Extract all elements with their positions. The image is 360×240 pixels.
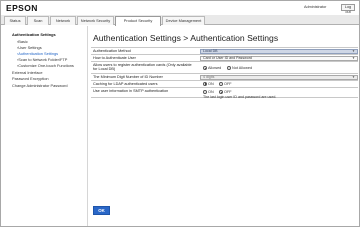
radio-label: ON bbox=[208, 81, 214, 86]
sidebar-item-label: Authentication Settings bbox=[18, 51, 59, 56]
row-smtp-authentication: Use user information in SMTP authenticat… bbox=[91, 87, 358, 99]
tab-status[interactable]: Status bbox=[4, 16, 26, 25]
sidebar-item-authentication-settings[interactable]: ›Authentication Settings bbox=[17, 51, 58, 56]
radio-smtp-off[interactable]: OFF bbox=[219, 89, 232, 94]
sidebar-item-label: Scan to Network Folder/FTP bbox=[18, 57, 68, 62]
radio-ldap-off[interactable]: OFF bbox=[219, 81, 232, 86]
sidebar-item-customize-one-touch[interactable]: ›Customize One-touch Functions bbox=[17, 63, 74, 68]
radio-unchecked-icon bbox=[227, 65, 231, 70]
row-how-to-authenticate: How to Authenticate User Card or User ID… bbox=[91, 54, 358, 61]
sidebar-item-label: User Settings bbox=[18, 45, 42, 50]
sidebar-item-label: Basic bbox=[18, 39, 28, 44]
admin-label: Administrator bbox=[304, 5, 327, 9]
row-label: Authentication Method bbox=[93, 49, 131, 53]
ok-button[interactable]: OK bbox=[93, 206, 110, 215]
epson-logo: EPSON bbox=[6, 3, 38, 13]
page-title: Authentication Settings > Authentication… bbox=[93, 33, 279, 43]
sidebar-item-external-interface[interactable]: External Interface bbox=[12, 70, 43, 75]
row-label: The Minimum Digit Number of ID Number bbox=[93, 75, 163, 79]
sidebar: Authentication Settings ›Basic ›User Set… bbox=[1, 26, 88, 226]
radio-unchecked-icon bbox=[203, 89, 207, 94]
row-allow-card-registration: Allow users to register authentication c… bbox=[91, 61, 358, 72]
radio-checked-icon bbox=[219, 89, 223, 94]
sidebar-item-user-settings[interactable]: ›User Settings bbox=[17, 45, 42, 50]
row-authentication-method: Authentication Method Local DB ▼ bbox=[91, 47, 358, 54]
sidebar-item-password-encryption[interactable]: Password Encryption bbox=[12, 76, 49, 81]
select-value: 4 digits bbox=[203, 74, 215, 79]
sidebar-item-scan-to-network-folder[interactable]: ›Scan to Network Folder/FTP bbox=[17, 57, 67, 62]
radio-label: Not Allowed bbox=[232, 66, 253, 70]
chevron-down-icon: ▼ bbox=[352, 55, 355, 60]
radio-smtp-on[interactable]: ON bbox=[203, 89, 214, 94]
tab-device-management[interactable]: Device Management bbox=[162, 16, 205, 25]
main-content: Authentication Settings > Authentication… bbox=[89, 26, 359, 226]
sidebar-item-change-admin-password[interactable]: Change Administrator Password bbox=[12, 83, 68, 88]
top-header: EPSON Administrator Log out bbox=[1, 1, 359, 15]
radio-allowed[interactable]: Allowed bbox=[203, 65, 222, 70]
radio-label: OFF bbox=[224, 81, 232, 86]
tab-network[interactable]: Network bbox=[50, 16, 76, 25]
smtp-note: The last login user ID and password are … bbox=[203, 94, 277, 99]
radio-label: OFF bbox=[224, 90, 232, 94]
row-ldap-caching: Caching for LDAP authenticated users ON … bbox=[91, 80, 358, 86]
row-label: Allow users to register authentication c… bbox=[93, 62, 192, 72]
select-value: Card or User ID and Password bbox=[203, 55, 252, 60]
radio-not-allowed[interactable]: Not Allowed bbox=[227, 65, 253, 70]
logout-button[interactable]: Log out bbox=[341, 4, 355, 14]
tab-bar: Status Scan Network Network Security Pro… bbox=[1, 15, 359, 26]
radio-ldap-on[interactable]: ON bbox=[203, 81, 214, 86]
chevron-down-icon: ▼ bbox=[352, 48, 355, 53]
row-label: How to Authenticate User bbox=[93, 56, 136, 60]
sidebar-item-label: Customize One-touch Functions bbox=[18, 63, 74, 68]
select-value: Local DB bbox=[203, 48, 218, 53]
tab-network-security[interactable]: Network Security bbox=[77, 16, 114, 25]
browser-page: EPSON Administrator Log out Status Scan … bbox=[0, 0, 360, 227]
radio-label: ON bbox=[208, 90, 214, 94]
tab-product-security[interactable]: Product Security bbox=[115, 16, 161, 26]
sidebar-item-basic[interactable]: ›Basic bbox=[17, 39, 28, 44]
row-label: Use user information in SMTP authenticat… bbox=[93, 89, 169, 93]
how-to-authenticate-select[interactable]: Card or User ID and Password ▼ bbox=[200, 55, 358, 61]
chevron-down-icon: ▼ bbox=[352, 74, 355, 79]
row-label: Caching for LDAP authenticated users bbox=[93, 82, 158, 86]
radio-label: Allowed bbox=[208, 66, 222, 70]
sidebar-heading-authentication-settings[interactable]: Authentication Settings bbox=[12, 32, 56, 37]
radio-checked-icon bbox=[203, 65, 207, 70]
minimum-digit-select[interactable]: 4 digits ▼ bbox=[200, 74, 358, 80]
radio-checked-icon bbox=[203, 81, 207, 86]
radio-unchecked-icon bbox=[219, 81, 223, 86]
row-minimum-digit-number: The Minimum Digit Number of ID Number 4 … bbox=[91, 73, 358, 80]
authentication-method-select[interactable]: Local DB ▼ bbox=[200, 48, 358, 54]
tab-scan[interactable]: Scan bbox=[27, 16, 49, 25]
